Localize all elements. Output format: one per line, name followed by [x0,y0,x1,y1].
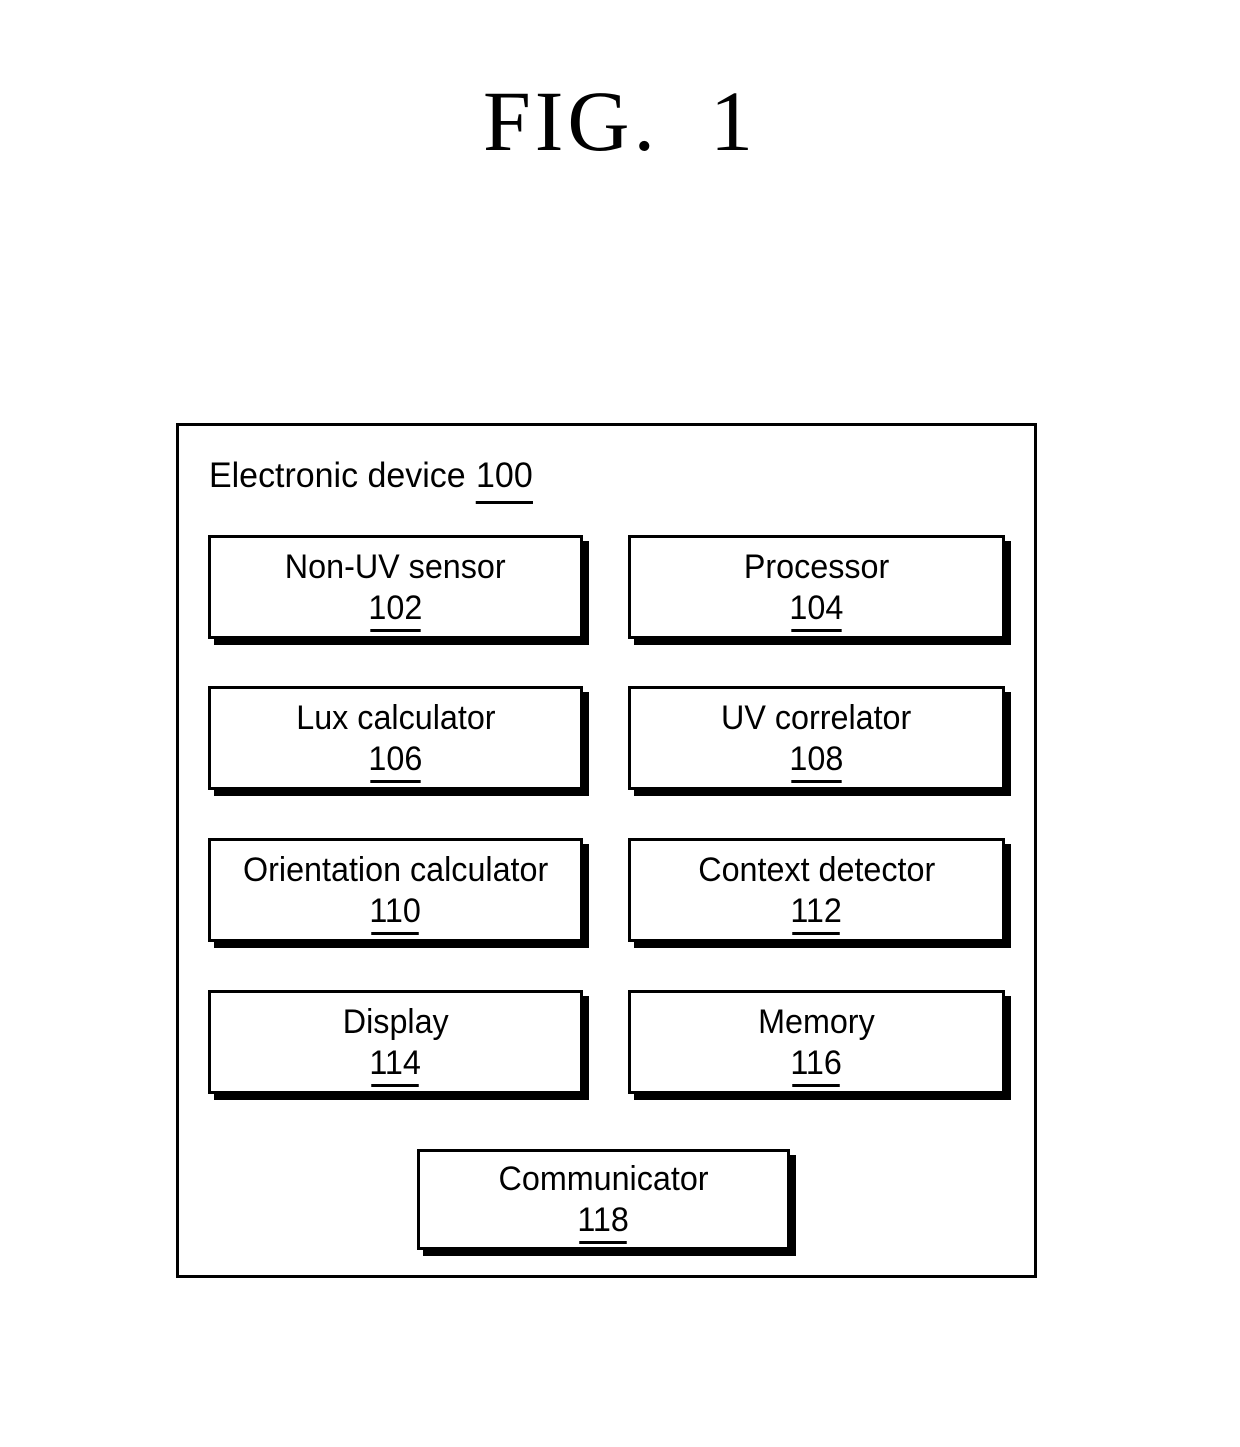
block-memory[interactable]: Memory 116 [628,990,1005,1094]
block-display[interactable]: Display 114 [208,990,583,1094]
block-memory-label: Memory [758,1002,875,1041]
block-memory-reference-numeral: 116 [790,1043,843,1087]
block-orientation-calculator[interactable]: Orientation calculator 110 [208,838,583,942]
block-communicator-label: Communicator [498,1160,709,1198]
block-processor[interactable]: Processor 104 [628,535,1005,639]
block-display-reference-numeral: 114 [369,1043,422,1087]
block-uv-correlator-label: UV correlator [721,698,912,737]
block-uv-correlator-reference-numeral: 108 [789,739,844,783]
block-orientation-calculator-reference-numeral: 110 [369,891,422,935]
block-non-uv-sensor[interactable]: Non-UV sensor 102 [208,535,583,639]
block-context-detector-label: Context detector [697,850,935,889]
block-communicator-reference-numeral: 118 [577,1201,630,1244]
block-communicator[interactable]: Communicator 118 [417,1149,790,1250]
block-orientation-calculator-label: Orientation calculator [242,850,549,889]
block-non-uv-sensor-label: Non-UV sensor [285,547,506,586]
block-context-detector[interactable]: Context detector 112 [628,838,1005,942]
electronic-device-label: Electronic device 100 [209,455,534,504]
figure-title: FIG. 1 [482,73,758,169]
block-processor-label: Processor [743,547,890,586]
block-display-label: Display [342,1002,449,1041]
block-processor-reference-numeral: 104 [789,588,844,632]
block-uv-correlator[interactable]: UV correlator 108 [628,686,1005,790]
block-lux-calculator[interactable]: Lux calculator 106 [208,686,583,790]
block-lux-calculator-reference-numeral: 106 [368,739,423,783]
electronic-device-reference-numeral: 100 [476,456,534,504]
electronic-device-label-text: Electronic device [209,456,466,495]
block-non-uv-sensor-reference-numeral: 102 [368,588,423,632]
block-context-detector-reference-numeral: 112 [790,891,843,935]
block-lux-calculator-label: Lux calculator [295,698,496,737]
electronic-device-container: Electronic device 100 Non-UV sensor 102 … [176,423,1037,1278]
